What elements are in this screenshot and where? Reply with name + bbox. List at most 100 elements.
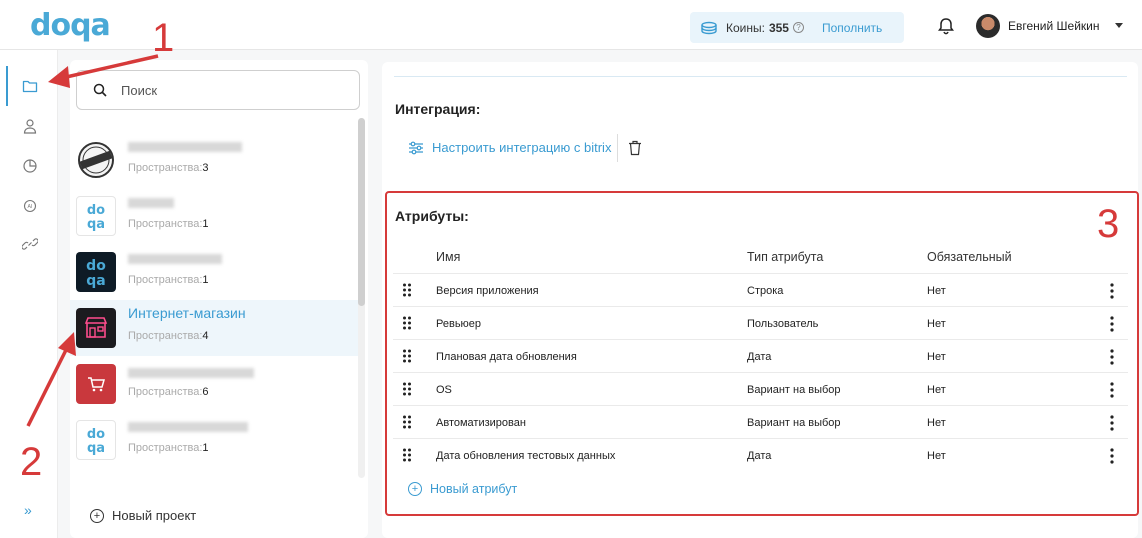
search-input[interactable]: Поиск <box>76 70 360 110</box>
configure-bitrix-label: Настроить интеграцию с bitrix <box>432 140 612 155</box>
svg-text:qa: qa <box>87 217 105 231</box>
project-item-internet-shop[interactable]: Интернет-магазин Пространства:4 <box>70 300 360 356</box>
drag-handle-icon[interactable] <box>402 316 412 330</box>
svg-text:qa: qa <box>86 273 105 288</box>
user-icon <box>23 119 37 134</box>
project-spaces: Пространства:3 <box>128 162 209 174</box>
top-secret-stamp-icon <box>76 140 116 180</box>
column-header-name: Имя <box>436 250 461 264</box>
project-item[interactable]: do qa Пространства:1 <box>70 188 360 244</box>
annotation-label-2: 2 <box>20 440 43 484</box>
doqa-logo-icon: do qa <box>76 196 116 236</box>
project-name: Интернет-магазин <box>128 305 246 321</box>
help-icon[interactable]: ? <box>792 22 804 33</box>
user-name[interactable]: Евгений Шейкин <box>1008 19 1100 33</box>
link-icon <box>22 238 38 250</box>
table-row[interactable]: Дата обновления тестовых данных Дата Нет <box>393 438 1128 471</box>
new-attribute-label: Новый атрибут <box>430 482 518 496</box>
more-vertical-icon[interactable] <box>1109 448 1115 464</box>
attribute-name: Плановая дата обновления <box>436 351 577 363</box>
doqa-dark-logo-icon: do qa <box>76 252 116 292</box>
attribute-type: Строка <box>747 285 784 297</box>
more-vertical-icon[interactable] <box>1109 283 1115 299</box>
plus-circle-icon: + <box>408 482 422 496</box>
cart-icon <box>76 364 116 404</box>
rail-item-projects[interactable] <box>20 76 40 96</box>
attribute-required: Нет <box>927 351 946 363</box>
more-vertical-icon[interactable] <box>1109 415 1115 431</box>
shop-icon <box>76 308 116 348</box>
drag-handle-icon[interactable] <box>402 382 412 396</box>
ai-icon: AI <box>23 199 37 213</box>
new-project-label: Новый проект <box>112 508 197 523</box>
attribute-name: Ревьюер <box>436 318 482 330</box>
more-vertical-icon[interactable] <box>1109 349 1115 365</box>
project-item[interactable]: do qa Пространства:1 <box>70 412 360 468</box>
coins-icon <box>701 21 717 34</box>
bell-icon[interactable] <box>938 17 954 35</box>
project-item[interactable]: Пространства:3 <box>70 132 360 188</box>
attribute-name: Версия приложения <box>436 285 539 297</box>
table-row[interactable]: Версия приложения Строка Нет <box>393 273 1128 306</box>
attribute-required: Нет <box>927 417 946 429</box>
rail-item-reports[interactable] <box>20 156 40 176</box>
trash-icon[interactable] <box>628 140 642 156</box>
project-list-scrollbar[interactable] <box>358 118 365 306</box>
rail-item-links[interactable] <box>20 234 40 254</box>
integration-title: Интеграция: <box>395 101 481 117</box>
table-row[interactable]: OS Вариант на выбор Нет <box>393 372 1128 405</box>
annotation-label-1: 1 <box>152 16 175 60</box>
table-row[interactable]: Ревьюер Пользователь Нет <box>393 306 1128 339</box>
project-name-blurred <box>128 142 242 152</box>
topup-button[interactable]: Пополнить <box>822 21 882 35</box>
user-avatar[interactable] <box>976 14 1000 38</box>
column-header-type: Тип атрибута <box>747 250 824 264</box>
annotation-label-3: 3 <box>1097 202 1120 246</box>
attribute-type: Дата <box>747 450 772 462</box>
project-spaces: Пространства:1 <box>128 442 209 454</box>
attribute-required: Нет <box>927 318 946 330</box>
new-attribute-button[interactable]: + Новый атрибут <box>408 482 517 496</box>
table-row[interactable]: Плановая дата обновления Дата Нет <box>393 339 1128 372</box>
drag-handle-icon[interactable] <box>402 349 412 363</box>
drag-handle-icon[interactable] <box>402 448 412 462</box>
coins-value: 355 <box>768 20 789 35</box>
coins-label: Коины: <box>726 20 765 35</box>
project-name-blurred <box>128 254 222 264</box>
column-header-required: Обязательный <box>927 250 1012 264</box>
search-placeholder: Поиск <box>121 82 158 98</box>
project-name-blurred <box>128 368 254 378</box>
attribute-name: Автоматизирован <box>436 417 526 429</box>
svg-text:qa: qa <box>87 441 105 455</box>
svg-text:AI: AI <box>28 204 33 210</box>
drag-handle-icon[interactable] <box>402 415 412 429</box>
attribute-required: Нет <box>927 285 946 297</box>
project-spaces: Пространства:1 <box>128 218 209 230</box>
attribute-required: Нет <box>927 450 946 462</box>
project-name-blurred <box>128 198 174 208</box>
svg-text:do: do <box>87 427 105 442</box>
sliders-icon <box>409 141 423 154</box>
configure-bitrix-button[interactable]: Настроить интеграцию с bitrix <box>408 140 611 155</box>
rail-item-users[interactable] <box>20 116 40 136</box>
more-vertical-icon[interactable] <box>1109 382 1115 398</box>
svg-text:do: do <box>86 258 106 274</box>
project-spaces: Пространства:1 <box>128 274 209 286</box>
chevron-down-icon[interactable] <box>1115 23 1123 28</box>
project-item[interactable]: do qa Пространства:1 <box>70 244 360 300</box>
project-item[interactable]: Пространства:6 <box>70 356 360 412</box>
more-vertical-icon[interactable] <box>1109 316 1115 332</box>
plus-icon: + <box>90 508 104 523</box>
expand-sidebar-button[interactable]: » <box>24 502 32 518</box>
project-name-blurred <box>128 422 248 432</box>
rail-item-ai[interactable]: AI <box>20 196 40 216</box>
attribute-name: Дата обновления тестовых данных <box>436 450 616 462</box>
attribute-type: Дата <box>747 351 772 363</box>
app-logo[interactable]: doqa <box>30 8 111 43</box>
divider <box>394 76 1127 77</box>
new-project-button[interactable]: + Новый проект <box>90 508 196 523</box>
folder-icon <box>22 80 38 93</box>
table-row[interactable]: Автоматизирован Вариант на выбор Нет <box>393 405 1128 438</box>
project-spaces: Пространства:6 <box>128 386 209 398</box>
drag-handle-icon[interactable] <box>402 283 412 297</box>
